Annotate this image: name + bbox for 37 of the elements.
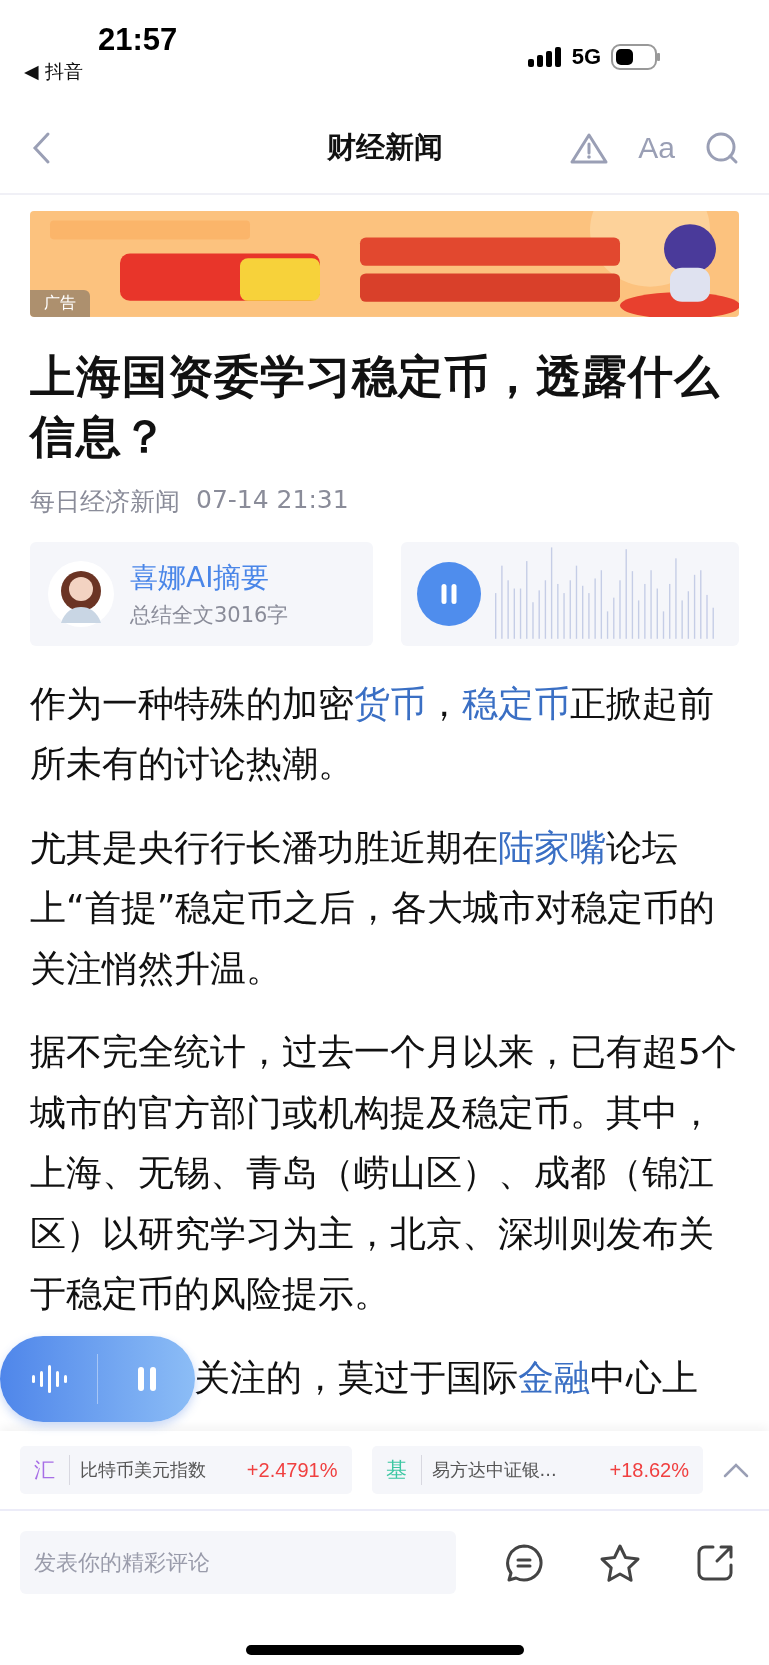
article-headline: 上海国资委学习稳定币，透露什么信息？ (30, 348, 721, 465)
ticker-name: 易方达中证银... (431, 1458, 557, 1483)
ticker-tag: 汇 (34, 1455, 70, 1486)
article-paragraph: 据不完全统计，过去一个月以来，已有超5个城市的官方部门或机构提及稳定币。其中，上海、无锡、青岛（崂山区）、成都（锦江区）以研究学习为主，北京、深圳则发布关于稳定币的风险提示。 (30, 1030, 738, 1317)
warning-button[interactable] (570, 131, 609, 164)
article-paragraph: 作为一种特殊的加密货币，稳定币正掀起前所未有的讨论热潮。 (30, 681, 715, 787)
avatar-icon (48, 560, 114, 627)
ticker-card[interactable]: 汇 比特币美元指数 +2.4791% (20, 1446, 352, 1495)
ticker-change: +2.4791% (246, 1458, 338, 1482)
article-link[interactable]: 货币 (354, 682, 426, 724)
ticker-tag: 基 (385, 1455, 422, 1486)
article-link[interactable]: 金融 (518, 1356, 590, 1398)
ad-label: 广告 (30, 289, 90, 317)
article-source: 每日经济新闻 (30, 485, 180, 518)
star-icon[interactable] (598, 1542, 641, 1583)
signal-icon (527, 45, 562, 69)
back-to-app-link[interactable]: ◀ 抖音 (24, 58, 83, 84)
comment-field[interactable]: 发表你的精彩评论 (20, 1531, 456, 1595)
ai-summary-card[interactable]: 喜娜AI摘要 总结全文3016字 (30, 541, 373, 646)
search-button[interactable] (705, 130, 739, 165)
battery-icon (611, 44, 661, 70)
summary-title: 喜娜AI摘要 (130, 559, 271, 596)
ticker-name: 比特币美元指数 (80, 1458, 206, 1483)
network-label: 5G (571, 44, 601, 70)
status-time: 21:57 (98, 22, 178, 58)
back-button[interactable] (30, 130, 52, 165)
font-size-button[interactable]: Aa (638, 130, 675, 165)
article-time: 07-14 21:31 (196, 484, 349, 516)
article-link[interactable]: 陆家嘴 (498, 826, 606, 868)
page-title: 财经新闻 (326, 128, 443, 166)
comment-icon[interactable] (504, 1542, 544, 1583)
article-link[interactable]: 稳定币 (462, 682, 570, 724)
article-paragraph: 尤其是央行行长潘功胜近期在陆家嘴论坛上“首提”稳定币之后，各大城市对稳定币的关注悄然升温。 (30, 825, 717, 991)
expand-button[interactable] (723, 1462, 749, 1479)
ticker-change: +18.62% (609, 1458, 689, 1482)
ticker-card[interactable]: 基 易方达中证银... +18.62% (371, 1446, 703, 1495)
summary-subtitle: 总结全文3016字 (130, 601, 289, 629)
